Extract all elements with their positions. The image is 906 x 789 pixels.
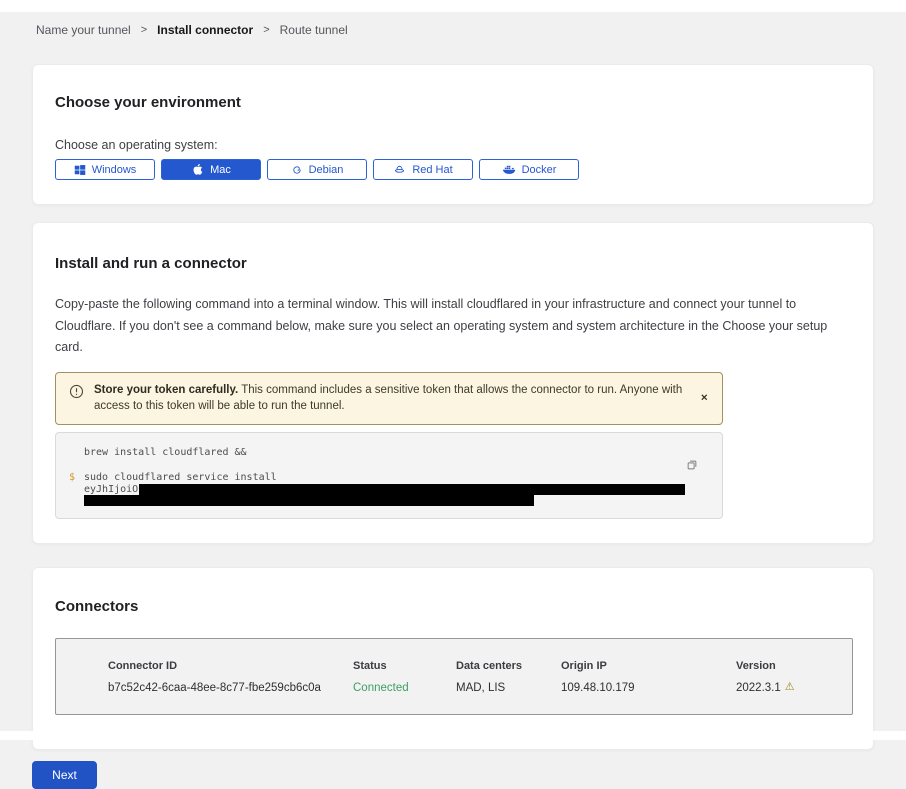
breadcrumb-install-connector[interactable]: Install connector: [157, 23, 253, 37]
version-value: 2022.3.1: [736, 681, 781, 695]
code-line-brew-install: brew install cloudflared &&: [84, 446, 708, 459]
os-button-redhat[interactable]: Red Hat: [373, 159, 473, 180]
redacted-token-bar: [84, 495, 534, 506]
choose-environment-card: Choose your environment Choose an operat…: [32, 64, 874, 205]
breadcrumb-route-tunnel[interactable]: Route tunnel: [280, 23, 348, 37]
os-button-docker[interactable]: Docker: [479, 159, 579, 180]
data-centers-value: MAD, LIS: [456, 681, 561, 695]
connector-status-value: Connected: [353, 681, 456, 695]
connectors-table: Connector ID Status Data centers Origin …: [55, 638, 853, 715]
code-line-service-install: sudo cloudflared service install: [84, 472, 708, 484]
token-warning-banner: Store your token carefully. This command…: [55, 372, 723, 425]
breadcrumb-separator: >: [263, 24, 269, 36]
os-button-group: Windows Mac Debian: [55, 159, 851, 180]
code-command-row: $ sudo cloudflared service install eyJhI…: [84, 472, 708, 506]
token-prefix-text: eyJhIjoiO: [84, 484, 138, 495]
version-value-cell: 2022.3.1 ⚠: [736, 681, 842, 695]
windows-icon: [74, 164, 86, 176]
breadcrumb-separator: >: [141, 24, 147, 36]
top-strip: [0, 0, 906, 12]
connectors-card: Connectors Connector ID Status Data cent…: [32, 567, 874, 750]
close-icon[interactable]: ✕: [696, 389, 712, 408]
os-button-mac[interactable]: Mac: [161, 159, 261, 180]
os-button-windows[interactable]: Windows: [55, 159, 155, 180]
origin-ip-value: 109.48.10.179: [561, 681, 736, 695]
breadcrumb-name-your-tunnel[interactable]: Name your tunnel: [36, 23, 131, 37]
connectors-table-row: b7c52c42-6caa-48ee-8c77-fbe259cb6c0a Con…: [108, 681, 842, 695]
os-button-label: Red Hat: [412, 164, 452, 176]
install-card-title: Install and run a connector: [55, 255, 851, 273]
connectors-table-header: Connector ID Status Data centers Origin …: [108, 660, 842, 673]
column-header-version: Version: [736, 660, 842, 673]
token-warning-title: Store your token carefully.: [94, 384, 238, 396]
token-warning-text: Store your token carefully. This command…: [94, 382, 688, 415]
column-header-origin-ip: Origin IP: [561, 660, 736, 673]
breadcrumb: Name your tunnel > Install connector > R…: [0, 12, 906, 37]
docker-icon: [502, 164, 516, 175]
redacted-token-bar: [139, 484, 685, 495]
connector-id-value: b7c52c42-6caa-48ee-8c77-fbe259cb6c0a: [108, 681, 353, 695]
version-warning-icon: ⚠: [785, 681, 795, 694]
install-connector-card: Install and run a connector Copy-paste t…: [32, 222, 874, 544]
bottom-strip: [0, 731, 906, 740]
column-header-connector-id: Connector ID: [108, 660, 353, 673]
os-button-label: Docker: [522, 164, 557, 176]
connectors-card-title: Connectors: [55, 598, 851, 616]
redhat-icon: [393, 163, 406, 176]
next-button[interactable]: Next: [32, 761, 97, 789]
os-button-label: Debian: [309, 164, 344, 176]
install-command-code-block: brew install cloudflared && $ sudo cloud…: [55, 432, 723, 519]
os-select-label: Choose an operating system:: [55, 138, 851, 152]
column-header-data-centers: Data centers: [456, 660, 561, 673]
os-button-debian[interactable]: Debian: [267, 159, 367, 180]
shell-prompt: $: [69, 472, 75, 483]
copy-icon[interactable]: [684, 457, 700, 473]
os-button-label: Windows: [92, 164, 137, 176]
install-description: Copy-paste the following command into a …: [55, 294, 851, 359]
os-button-label: Mac: [210, 164, 231, 176]
info-circle-icon: [69, 384, 84, 415]
apple-icon: [191, 163, 204, 176]
column-header-status: Status: [353, 660, 456, 673]
code-line-token: eyJhIjoiO: [84, 484, 708, 495]
environment-card-title: Choose your environment: [55, 94, 851, 112]
debian-icon: [291, 164, 303, 176]
